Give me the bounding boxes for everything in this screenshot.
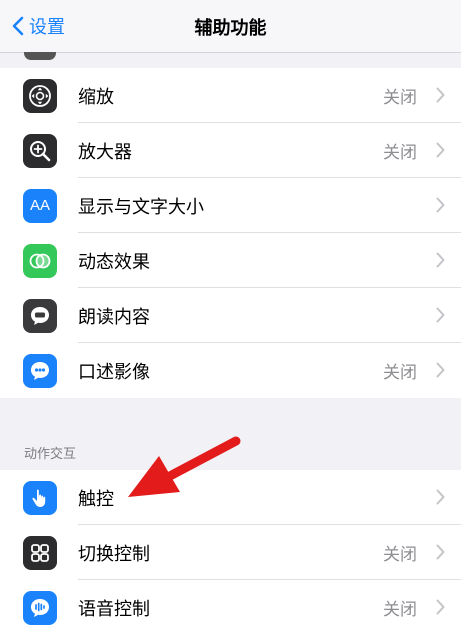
partial-row-icon: [24, 52, 56, 60]
row-label: 朗读内容: [78, 306, 150, 328]
vision-settings-list: 缩放 关闭 放大器 关闭 AA 显示与文字大小 动态效果 朗读内容 口述影像 关…: [0, 68, 461, 398]
audio-description-icon: [23, 353, 57, 388]
row-value: 关闭: [383, 363, 417, 383]
row-zoom[interactable]: 缩放 关闭: [0, 68, 461, 123]
row-value: 关闭: [383, 600, 417, 620]
row-value: 关闭: [383, 88, 417, 108]
voice-control-icon: [23, 590, 57, 625]
row-label: 语音控制: [78, 598, 150, 620]
chevron-right-icon: [436, 252, 445, 268]
chevron-right-icon: [436, 197, 445, 213]
chevron-right-icon: [436, 599, 445, 615]
row-magnifier[interactable]: 放大器 关闭: [0, 123, 461, 178]
row-audio-descriptions[interactable]: 口述影像 关闭: [0, 343, 461, 398]
chevron-right-icon: [436, 544, 445, 560]
touch-icon: [23, 480, 57, 515]
text-size-icon: AA: [23, 188, 57, 223]
row-label: 触控: [78, 488, 114, 510]
row-label: 动态效果: [78, 251, 150, 273]
zoom-icon: [23, 78, 57, 113]
row-motion[interactable]: 动态效果: [0, 233, 461, 288]
row-label: 放大器: [78, 141, 132, 163]
chevron-right-icon: [436, 362, 445, 378]
row-display-text-size[interactable]: AA 显示与文字大小: [0, 178, 461, 233]
spoken-content-icon: [23, 298, 57, 333]
row-touch[interactable]: 触控: [0, 470, 461, 525]
chevron-right-icon: [436, 142, 445, 158]
chevron-right-icon: [436, 87, 445, 103]
row-voice-control[interactable]: 语音控制 关闭: [0, 580, 461, 635]
section-header-interaction: 动作交互: [24, 447, 77, 462]
row-label: 切换控制: [78, 543, 150, 565]
interaction-settings-list: 触控 切换控制 关闭 语音控制 关闭: [0, 470, 461, 635]
row-switch-control[interactable]: 切换控制 关闭: [0, 525, 461, 580]
switch-control-icon: [23, 535, 57, 570]
row-label: 口述影像: [78, 361, 150, 383]
chevron-right-icon: [436, 307, 445, 323]
navigation-bar: 设置 辅助功能: [0, 0, 461, 53]
row-value: 关闭: [383, 545, 417, 565]
row-label: 缩放: [78, 86, 114, 108]
motion-icon: [23, 243, 57, 278]
row-value: 关闭: [383, 143, 417, 163]
magnifier-icon: [23, 133, 57, 168]
row-label: 显示与文字大小: [78, 196, 204, 218]
chevron-right-icon: [436, 489, 445, 505]
page-title: 辅助功能: [194, 18, 267, 39]
row-spoken-content[interactable]: 朗读内容: [0, 288, 461, 343]
